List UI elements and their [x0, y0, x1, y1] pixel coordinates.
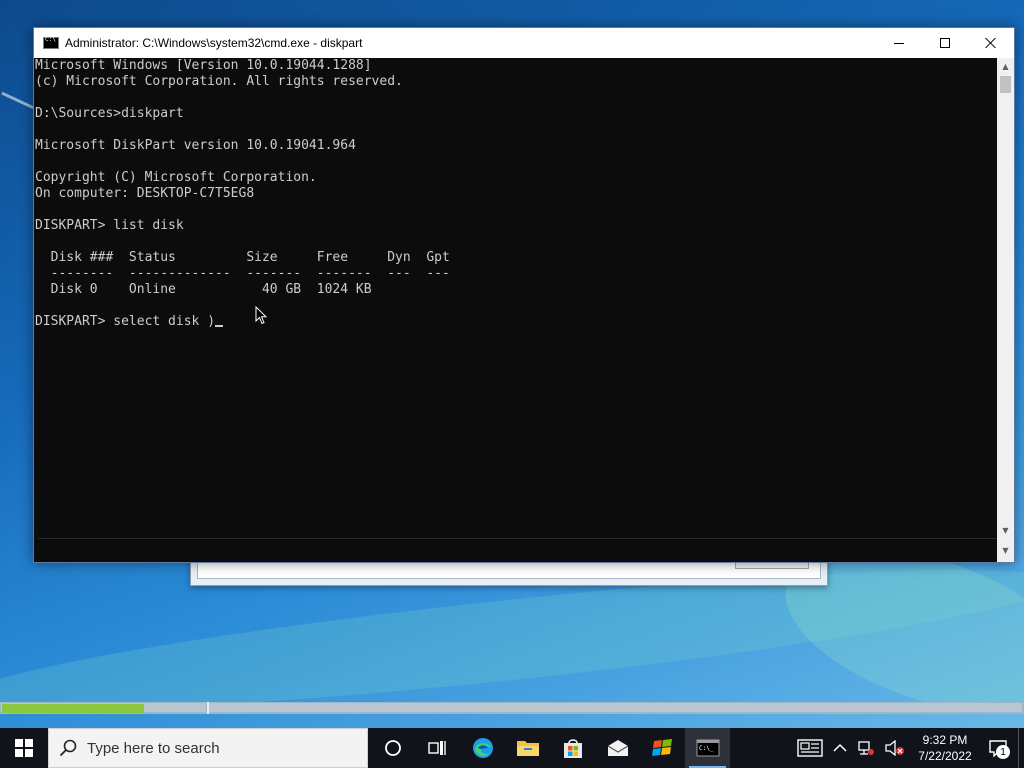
minimize-button[interactable] [876, 28, 922, 58]
taskbar-search-box[interactable]: Type here to search [48, 728, 368, 768]
close-button[interactable] [968, 28, 1014, 58]
svg-text:C:\_: C:\_ [699, 745, 714, 752]
maximize-button[interactable] [922, 28, 968, 58]
title-bar[interactable]: Administrator: C:\Windows\system32\cmd.e… [34, 28, 1014, 58]
windows-setup-button[interactable] [640, 728, 685, 768]
cmd-icon: C:\_ [696, 739, 719, 757]
edge-button[interactable] [460, 728, 505, 768]
disk-table-header: Disk ### Status Size Free Dyn Gpt [35, 250, 450, 265]
store-icon [563, 739, 582, 758]
search-placeholder: Type here to search [87, 739, 220, 757]
store-button[interactable] [550, 728, 595, 768]
task-view-button[interactable] [415, 728, 460, 768]
show-desktop-button[interactable] [1018, 728, 1024, 768]
maximize-icon [940, 38, 950, 48]
news-icon [797, 739, 823, 757]
command-input-line[interactable]: DISKPART> select disk ) [35, 314, 997, 330]
console-output[interactable]: Microsoft Windows [Version 10.0.19044.12… [34, 58, 997, 534]
progress-step-installing [209, 703, 1022, 712]
text-cursor [215, 325, 224, 327]
minimize-icon [894, 42, 904, 44]
disk-table-row: Disk 0 Online 40 GB 1024 KB [35, 282, 372, 297]
clock-time: 9:32 PM [922, 733, 968, 747]
scroll-up-icon[interactable]: ▲ [997, 58, 1014, 74]
command-input[interactable]: ) [207, 314, 215, 329]
scroll-down-icon[interactable]: ▼ [997, 522, 1014, 538]
console-line: Copyright (C) Microsoft Corporation. [35, 170, 317, 185]
chevron-up-icon [833, 743, 847, 752]
clock-date: 7/22/2022 [918, 749, 972, 763]
mouse-pointer-icon [255, 306, 267, 325]
system-tray: 9:32 PM 7/22/2022 1 [792, 728, 1024, 768]
show-hidden-icons-button[interactable] [828, 728, 852, 768]
console-line: Microsoft DiskPart version 10.0.19041.96… [35, 138, 356, 153]
edge-icon [472, 738, 493, 758]
taskbar: Type here to search C:\_ 9:32 PM 7/22/20… [0, 728, 1024, 768]
console-line: Microsoft Windows [Version 10.0.19044.12… [35, 58, 372, 73]
cmd-window[interactable]: Administrator: C:\Windows\system32\cmd.e… [33, 27, 1015, 563]
action-center-button[interactable]: 1 [980, 728, 1016, 768]
volume-button[interactable] [880, 728, 910, 768]
prompt: DISKPART> select disk [35, 314, 208, 329]
console-line: D:\Sources>diskpart [35, 106, 184, 121]
cortana-button[interactable] [370, 728, 415, 768]
notification-count-badge: 1 [996, 745, 1010, 759]
progress-fill [2, 704, 145, 713]
mail-icon [607, 740, 628, 756]
close-icon [985, 37, 997, 49]
console-line: DISKPART> list disk [35, 218, 184, 233]
network-icon [858, 741, 874, 755]
console-line: (c) Microsoft Corporation. All rights re… [35, 74, 403, 89]
cmd-taskbar-button[interactable]: C:\_ [685, 728, 730, 768]
windows-setup-icon [651, 739, 672, 756]
window-bottom-area [38, 538, 997, 562]
cortana-icon [384, 740, 401, 756]
system-clock[interactable]: 9:32 PM 7/22/2022 [914, 732, 976, 764]
start-button[interactable] [0, 728, 48, 768]
setup-progress-bar [0, 702, 1024, 714]
volume-muted-icon [885, 740, 904, 756]
file-explorer-button[interactable] [505, 728, 550, 768]
cmd-icon [43, 36, 59, 49]
mail-button[interactable] [595, 728, 640, 768]
vertical-scrollbar[interactable]: ▲ ▼ [997, 58, 1014, 538]
progress-step-collecting [1, 703, 206, 713]
search-icon [49, 739, 87, 757]
scroll-down-icon[interactable]: ▼ [997, 538, 1014, 562]
windows-logo-icon [15, 739, 33, 757]
window-title: Administrator: C:\Windows\system32\cmd.e… [65, 36, 363, 50]
file-explorer-icon [516, 741, 539, 756]
scrollbar-thumb[interactable] [1000, 76, 1011, 93]
disk-table-separator: -------- ------------- ------- ------- -… [35, 266, 450, 281]
news-widget-button[interactable] [792, 728, 828, 768]
network-button[interactable] [852, 728, 880, 768]
console-line: On computer: DESKTOP-C7T5EG8 [35, 186, 255, 201]
task-view-icon [427, 741, 446, 755]
